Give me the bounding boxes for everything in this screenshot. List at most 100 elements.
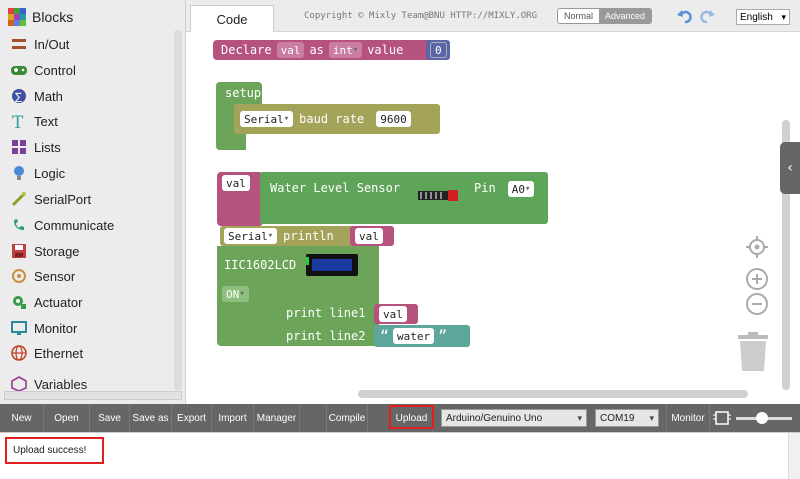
setup-header: setup — [216, 82, 262, 104]
collapse-panel-chevron-icon[interactable]: ‹ — [780, 142, 800, 194]
serial-icon — [10, 190, 28, 208]
sidebar-item-label: Communicate — [34, 217, 115, 233]
pin-label: Pin — [474, 181, 496, 195]
sidebar-item-actuator[interactable]: Actuator — [10, 291, 82, 313]
communicate-icon — [10, 216, 28, 234]
declare-label: Declare — [221, 43, 272, 57]
blocks-logo-icon — [8, 8, 26, 26]
gamepad-icon — [10, 61, 28, 79]
setup-label: setup — [225, 86, 262, 100]
compile-button[interactable]: Compile — [326, 404, 368, 432]
sidebar-item-label: Sensor — [34, 268, 76, 284]
lcd-state-container: ON — [222, 286, 249, 302]
sidebar-horizontal-scrollbar[interactable] — [4, 391, 182, 400]
sidebar-item-storage[interactable]: Storage — [10, 240, 80, 262]
sidebar-item-label: Lists — [34, 139, 61, 155]
serial-baud-block[interactable]: Serial baud rate 9600 — [234, 104, 440, 134]
sidebar-item-in-out[interactable]: In/Out — [10, 33, 69, 55]
println-var-block[interactable]: val — [350, 226, 394, 246]
serial-println-block[interactable]: Serial println — [220, 226, 362, 246]
center-target-icon[interactable] — [746, 236, 768, 262]
in-out-icon — [10, 35, 28, 53]
chip-icon[interactable] — [713, 410, 731, 430]
sidebar-item-label: Variables — [34, 376, 88, 392]
new-button[interactable]: New — [0, 404, 44, 432]
declare-var-field[interactable]: val — [276, 42, 305, 58]
undo-icon[interactable] — [676, 7, 694, 25]
sidebar-vertical-scrollbar[interactable] — [174, 30, 182, 390]
water-sensor-image-icon — [418, 188, 460, 202]
zoom-out-icon[interactable] — [745, 292, 769, 320]
sidebar-item-lists[interactable]: Lists — [10, 136, 61, 158]
println-var-field[interactable]: val — [355, 228, 383, 244]
line1-var-block[interactable]: val — [374, 304, 418, 324]
lcd-header: IIC1602LCD — [224, 252, 359, 278]
sidebar-item-monitor[interactable]: Monitor — [10, 317, 77, 339]
line1-var-field[interactable]: val — [379, 306, 407, 322]
actuator-icon — [10, 293, 28, 311]
pin-dropdown[interactable]: A0 — [507, 181, 535, 197]
line2-text-field[interactable]: water — [393, 328, 435, 344]
quote-close-icon: ” — [438, 327, 448, 345]
lcd-image-icon — [306, 252, 359, 278]
bulb-icon — [10, 164, 28, 182]
mode-normal-button[interactable]: Normal — [558, 9, 600, 23]
println-serial-dropdown[interactable]: Serial — [224, 228, 278, 244]
sidebar-item-label: Math — [34, 88, 63, 104]
board-select[interactable]: Arduino/Genuino Uno — [441, 409, 587, 427]
workspace-horizontal-scrollbar[interactable] — [358, 390, 748, 398]
lcd-label: IIC1602LCD — [224, 258, 297, 272]
save-button[interactable]: Save — [90, 404, 130, 432]
status-panel: Upload success! — [0, 432, 800, 479]
water-level-sensor-label: Water Level Sensor — [270, 181, 401, 195]
import-button[interactable]: Import — [212, 404, 254, 432]
mode-toggle: Normal Advanced — [557, 8, 653, 24]
zoom-slider-handle[interactable] — [756, 412, 768, 424]
storage-icon — [10, 242, 28, 260]
sidebar-item-label: Ethernet — [34, 345, 84, 361]
trash-icon[interactable] — [736, 332, 770, 376]
sidebar-item-communicate[interactable]: Communicate — [10, 214, 114, 236]
globe-icon — [10, 344, 28, 362]
svg-text:T: T — [12, 113, 24, 129]
language-select[interactable]: English — [736, 9, 790, 25]
water-level-sensor-block[interactable]: Water Level Sensor Pin A0 — [260, 172, 548, 224]
zoom-in-icon[interactable] — [745, 267, 769, 295]
sidebar-item-label: SerialPort — [34, 191, 92, 207]
redo-icon[interactable] — [698, 7, 716, 25]
quote-open-icon: “ — [380, 327, 390, 345]
sidebar-item-logic[interactable]: Logic — [10, 162, 65, 184]
sidebar-item-sensor[interactable]: Sensor — [10, 265, 75, 287]
status-scrollbar[interactable] — [788, 433, 800, 479]
lcd-state-dropdown[interactable]: ON — [222, 286, 249, 302]
number-block[interactable]: 0 — [426, 40, 450, 60]
sidebar-item-serialport[interactable]: SerialPort — [10, 188, 91, 210]
declare-type-dropdown[interactable]: int — [328, 42, 363, 58]
export-button[interactable]: Export — [172, 404, 212, 432]
serial-dropdown[interactable]: Serial — [240, 111, 294, 127]
manager-button[interactable]: Manager — [254, 404, 300, 432]
sidebar-item-label: Storage — [34, 243, 80, 259]
tab-code[interactable]: Code — [190, 5, 274, 32]
baud-rate-field[interactable]: 9600 — [376, 111, 411, 127]
open-button[interactable]: Open — [44, 404, 90, 432]
declare-block[interactable]: Declare val as int value — [213, 40, 449, 60]
sidebar-item-math[interactable]: ∑ Math — [10, 85, 63, 107]
println-label: println — [283, 229, 334, 243]
sidebar-item-ethernet[interactable]: Ethernet — [10, 342, 83, 364]
monitor-button[interactable]: Monitor — [666, 404, 710, 432]
blockly-workspace[interactable]: Declare val as int value 0 setup Serial … — [186, 32, 800, 404]
port-select[interactable]: COM19 — [595, 409, 659, 427]
sidebar-item-control[interactable]: Control — [10, 59, 76, 81]
sidebar-title-label: Blocks — [32, 9, 74, 25]
save-as-button[interactable]: Save as — [130, 404, 172, 432]
sidebar-item-text[interactable]: T Text — [10, 110, 58, 132]
declare-value-field[interactable]: 0 — [430, 42, 447, 58]
top-bar: Code Copyright © Mixly Team@BNU HTTP://M… — [186, 0, 800, 32]
assign-var-field[interactable]: val — [222, 175, 250, 191]
upload-button[interactable]: Upload — [391, 404, 433, 432]
line2-text-block[interactable]: “ water ” — [374, 325, 470, 347]
bottom-toolbar: New Open Save Save as Export Import Mana… — [0, 404, 800, 432]
lcd-line1-row: print line1 — [286, 306, 365, 320]
mode-advanced-button[interactable]: Advanced — [599, 9, 652, 23]
